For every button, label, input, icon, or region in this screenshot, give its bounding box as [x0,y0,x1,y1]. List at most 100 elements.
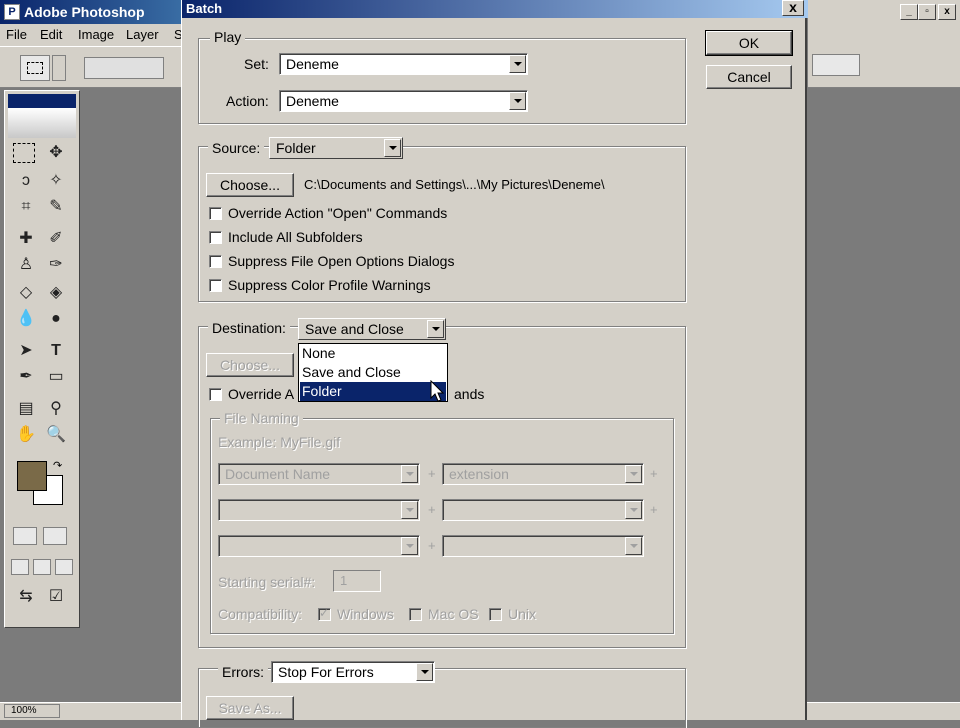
suppress-color-profile-label: Suppress Color Profile Warnings [228,277,431,293]
set-select[interactable]: Deneme [279,53,528,75]
override-open-label: Override Action "Open" Commands [228,205,448,221]
dialog-close-button[interactable]: x [782,0,804,16]
chevron-down-icon[interactable] [625,537,642,555]
file-naming-legend: File Naming [220,410,303,426]
destination-choose-button[interactable]: Choose... [206,353,294,377]
source-value: Folder [276,140,316,156]
chevron-down-icon[interactable] [625,465,642,483]
swap-colors-icon[interactable]: ↷ [53,459,62,472]
suppress-open-options-checkbox[interactable] [209,255,222,268]
naming-field-4[interactable] [442,499,644,521]
path-select-icon[interactable]: ➤ [13,339,39,363]
brush-tool-icon[interactable]: ✐ [43,227,69,251]
minimize-button[interactable]: _ [900,4,918,20]
menu-bar-right [808,24,960,46]
chevron-down-icon[interactable] [509,92,526,110]
naming-field-5[interactable] [218,535,420,557]
crop-tool-icon[interactable]: ⌗ [13,195,39,219]
dropdown-option-folder[interactable]: Folder [300,382,446,401]
menu-bar: File Edit Image Layer S [0,24,185,46]
screen-mode-full-menu-icon[interactable] [33,559,51,575]
destination-dropdown-list: None Save and Close Folder [298,343,448,402]
dodge-tool-icon[interactable]: ● [43,307,69,331]
foreground-color-swatch[interactable] [17,461,47,491]
override-save-as-checkbox[interactable] [209,388,222,401]
override-open-checkbox[interactable] [209,207,222,220]
chevron-down-icon[interactable] [509,55,526,73]
eraser-tool-icon[interactable]: ◇ [13,281,39,305]
save-as-button[interactable]: Save As... [206,696,294,720]
chevron-down-icon[interactable] [384,139,401,157]
slice-tool-icon[interactable]: ✎ [43,195,69,219]
override-save-as-label-suffix: ands [454,386,485,402]
chevron-down-icon[interactable] [427,320,444,338]
compat-windows-checkbox[interactable] [318,606,331,621]
chevron-down-icon[interactable] [625,501,642,519]
compat-macos-checkbox[interactable] [409,608,422,621]
ok-button[interactable]: OK [705,30,793,56]
errors-select[interactable]: Stop For Errors [271,661,435,683]
marquee-tool-icon[interactable] [13,143,35,163]
menu-edit[interactable]: Edit [40,27,62,42]
selection-mode-buttons[interactable] [84,57,164,79]
preset-dropdown-arrow-icon[interactable] [52,55,66,81]
source-select[interactable]: Folder [269,137,403,159]
toolbox-title-bar [8,94,76,108]
dropdown-option-save-and-close[interactable]: Save and Close [300,363,446,382]
action-select[interactable]: Deneme [279,90,528,112]
include-subfolders-checkbox[interactable] [209,231,222,244]
magic-wand-icon[interactable]: ✧ [43,169,69,193]
errors-value: Stop For Errors [278,664,374,680]
checkbox-tool-icon[interactable]: ☑ [43,585,69,609]
blur-tool-icon[interactable]: 💧 [13,307,39,331]
marquee-preset-button[interactable] [20,55,50,81]
jump-to-imageready-icon[interactable]: ⇆ [13,585,39,609]
history-brush-icon[interactable]: ✑ [43,253,69,277]
errors-label: Errors: [218,664,268,680]
dropdown-option-none[interactable]: None [300,344,446,363]
destination-select[interactable]: Save and Close [298,318,446,340]
hand-tool-icon[interactable]: ✋ [13,423,39,447]
chevron-down-icon[interactable] [401,501,418,519]
zoom-level[interactable]: 100% [4,704,60,718]
healing-brush-icon[interactable]: ✚ [13,227,39,251]
restore-button[interactable]: ▫ [918,4,936,20]
marquee-icon [27,62,43,74]
compat-unix-checkbox[interactable] [489,608,502,621]
chevron-down-icon[interactable] [416,663,433,681]
source-label: Source: [208,140,265,156]
compatibility-label: Compatibility: [218,606,303,622]
type-tool-icon[interactable]: T [43,339,69,363]
menu-layer[interactable]: Layer [126,27,159,42]
eyedropper-icon[interactable]: ⚲ [43,397,69,421]
cancel-button[interactable]: Cancel [706,65,792,89]
starting-serial-input[interactable]: 1 [333,570,381,592]
zoom-tool-icon[interactable]: 🔍 [43,423,69,447]
standard-mode-icon[interactable] [13,527,37,545]
screen-mode-full-icon[interactable] [55,559,73,575]
app-close-button[interactable]: x [938,4,956,20]
notes-tool-icon[interactable]: ▤ [13,397,39,421]
menu-file[interactable]: File [6,27,27,42]
options-field[interactable] [812,54,860,76]
naming-field-6[interactable] [442,535,644,557]
plus-sign: + [650,466,658,481]
stamp-tool-icon[interactable]: ♙ [13,253,39,277]
screen-mode-standard-icon[interactable] [11,559,29,575]
suppress-color-profile-checkbox[interactable] [209,279,222,292]
compat-windows-label: Windows [337,606,394,622]
quick-mask-icon[interactable] [43,527,67,545]
chevron-down-icon[interactable] [401,537,418,555]
chevron-down-icon[interactable] [401,465,418,483]
paint-bucket-icon[interactable]: ◈ [43,281,69,305]
naming-field-1[interactable]: Document Name [218,463,420,485]
naming-field-2[interactable]: extension [442,463,644,485]
move-tool-icon[interactable]: ✥ [43,141,69,165]
lasso-tool-icon[interactable]: ↄ [13,169,39,193]
menu-image[interactable]: Image [78,27,114,42]
pen-tool-icon[interactable]: ✒ [13,365,39,389]
suppress-open-options-label: Suppress File Open Options Dialogs [228,253,455,269]
source-choose-button[interactable]: Choose... [206,173,294,197]
naming-field-3[interactable] [218,499,420,521]
shape-tool-icon[interactable]: ▭ [43,365,69,389]
